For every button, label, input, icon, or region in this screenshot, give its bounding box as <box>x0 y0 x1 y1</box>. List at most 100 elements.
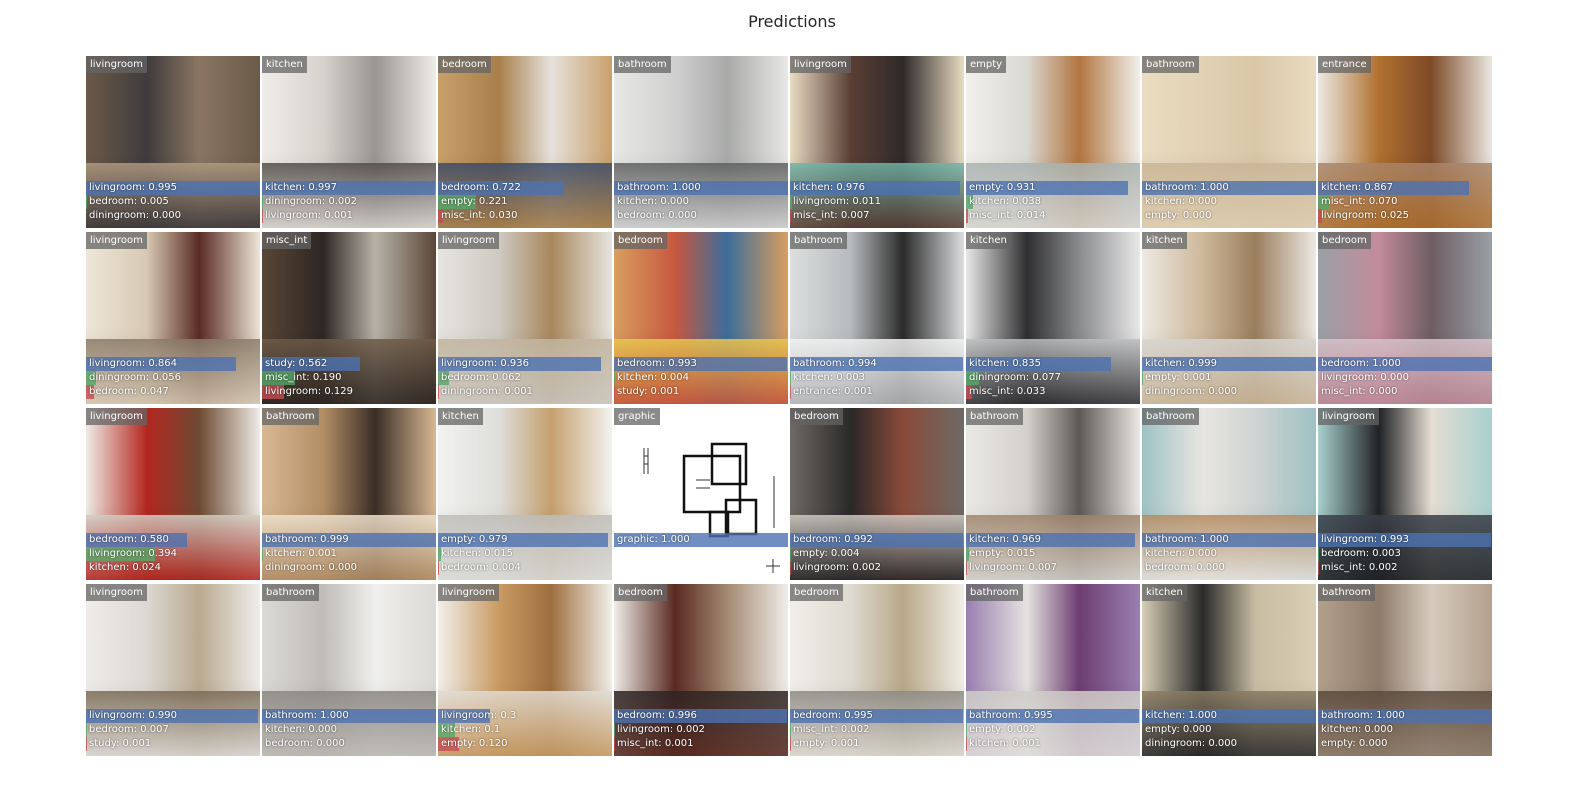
ground-truth-label: misc_int <box>262 232 312 249</box>
prediction-2: kitchen: 0.038 <box>966 195 1140 209</box>
prediction-text: livingroom: 0.993 <box>1321 534 1409 545</box>
prediction-3: diningroom: 0.000 <box>262 561 436 575</box>
prediction-1: livingroom: 0.864 <box>86 357 260 371</box>
prediction-text: livingroom: 0.394 <box>89 548 177 559</box>
prediction-text: livingroom: 0.025 <box>1321 210 1409 221</box>
prediction-tile: bathroom bathroom: 0.994 kitchen: 0.003 ent… <box>790 232 964 404</box>
prediction-text: kitchen: 0.000 <box>265 724 337 735</box>
prediction-text: empty: 0.004 <box>793 548 860 559</box>
prediction-text: livingroom: 0.001 <box>265 210 353 221</box>
prediction-1: livingroom: 0.993 <box>1318 533 1492 547</box>
prediction-3: empty: 0.001 <box>790 737 964 751</box>
prediction-3: entrance: 0.001 <box>790 385 964 399</box>
prediction-text: kitchen: 0.999 <box>1145 358 1217 369</box>
ground-truth-label: bedroom <box>438 56 491 73</box>
prediction-3: kitchen: 0.001 <box>966 737 1140 751</box>
prediction-2: misc_int: 0.190 <box>262 371 436 385</box>
prediction-text: misc_int: 0.014 <box>969 210 1046 221</box>
prediction-1: kitchen: 0.999 <box>1142 357 1316 371</box>
prediction-text: misc_int: 0.030 <box>441 210 518 221</box>
prediction-3: empty: 0.000 <box>1318 737 1492 751</box>
ground-truth-label: kitchen <box>1142 584 1187 601</box>
prediction-tile: bedroom bedroom: 0.722 empty: 0.221 misc_in… <box>438 56 612 228</box>
prediction-3: diningroom: 0.000 <box>1142 737 1316 751</box>
prediction-text: bedroom: 0.000 <box>617 210 697 221</box>
prediction-2: misc_int: 0.070 <box>1318 195 1492 209</box>
prediction-2: kitchen: 0.004 <box>614 371 788 385</box>
floorplan-image <box>614 408 788 580</box>
prediction-1: bedroom: 0.992 <box>790 533 964 547</box>
prediction-tile: livingroom livingroom: 0.990 bedroom: 0.00… <box>86 584 260 756</box>
prediction-text: bedroom: 0.995 <box>793 710 873 721</box>
prediction-text: bedroom: 0.000 <box>1145 562 1225 573</box>
prediction-3: empty: 0.120 <box>438 737 612 751</box>
prediction-2: livingroom: 0.000 <box>1318 371 1492 385</box>
prediction-text: livingroom: 0.000 <box>1321 372 1409 383</box>
prediction-1: empty: 0.931 <box>966 181 1140 195</box>
prediction-text: diningroom: 0.000 <box>89 210 181 221</box>
prediction-text: kitchen: 0.835 <box>969 358 1041 369</box>
prediction-tile: bathroom kitchen: 0.969 empty: 0.015 living… <box>966 408 1140 580</box>
prediction-text: misc_int: 0.000 <box>1321 386 1398 397</box>
ground-truth-label: bathroom <box>1142 408 1199 425</box>
prediction-1: empty: 0.979 <box>438 533 612 547</box>
prediction-2: kitchen: 0.000 <box>1142 195 1316 209</box>
prediction-tile: graphic graphic: 1.000 <box>614 408 788 580</box>
prediction-tile: livingroom livingroom: 0.993 bedroom: 0.00… <box>1318 408 1492 580</box>
prediction-2: kitchen: 0.1 <box>438 723 612 737</box>
ground-truth-label: bathroom <box>262 408 319 425</box>
prediction-2: kitchen: 0.000 <box>614 195 788 209</box>
prediction-text: bathroom: 0.994 <box>793 358 877 369</box>
prediction-text: diningroom: 0.000 <box>1145 738 1237 749</box>
prediction-text: bathroom: 1.000 <box>1145 182 1229 193</box>
prediction-1: kitchen: 0.835 <box>966 357 1140 371</box>
prediction-text: bathroom: 1.000 <box>1145 534 1229 545</box>
ground-truth-label: entrance <box>1318 56 1371 73</box>
prediction-text: misc_int: 0.001 <box>617 738 694 749</box>
prediction-text: bedroom: 0.004 <box>441 562 521 573</box>
prediction-text: empty: 0.001 <box>793 738 860 749</box>
prediction-tile: bathroom bathroom: 1.000 kitchen: 0.000 bed… <box>1142 408 1316 580</box>
prediction-tile: livingroom livingroom: 0.995 bedroom: 0.00… <box>86 56 260 228</box>
prediction-3: misc_int: 0.001 <box>614 737 788 751</box>
prediction-tile: kitchen kitchen: 0.835 diningroom: 0.077 mi… <box>966 232 1140 404</box>
prediction-1: graphic: 1.000 <box>614 533 788 547</box>
prediction-text: kitchen: 0.001 <box>969 738 1041 749</box>
ground-truth-label: kitchen <box>262 56 307 73</box>
prediction-1: bedroom: 1.000 <box>1318 357 1492 371</box>
prediction-tile: kitchen kitchen: 0.999 empty: 0.001 diningr… <box>1142 232 1316 404</box>
prediction-text: bedroom: 0.992 <box>793 534 873 545</box>
prediction-1: bedroom: 0.996 <box>614 709 788 723</box>
ground-truth-label: bathroom <box>966 584 1023 601</box>
prediction-1: kitchen: 0.997 <box>262 181 436 195</box>
prediction-tile: bedroom bedroom: 1.000 livingroom: 0.000 mi… <box>1318 232 1492 404</box>
prediction-text: diningroom: 0.000 <box>1145 386 1237 397</box>
prediction-2: empty: 0.221 <box>438 195 612 209</box>
prediction-2: misc_int: 0.002 <box>790 723 964 737</box>
prediction-1: bathroom: 1.000 <box>1142 533 1316 547</box>
prediction-text: livingroom: 0.990 <box>89 710 177 721</box>
prediction-text: kitchen: 0.004 <box>617 372 689 383</box>
prediction-tile: bedroom bedroom: 0.996 livingroom: 0.002 mi… <box>614 584 788 756</box>
prediction-3: misc_int: 0.033 <box>966 385 1140 399</box>
prediction-2: bedroom: 0.005 <box>86 195 260 209</box>
prediction-tile: misc_int study: 0.562 misc_int: 0.190 livin… <box>262 232 436 404</box>
prediction-1: kitchen: 1.000 <box>1142 709 1316 723</box>
prediction-tile: bedroom bedroom: 0.992 empty: 0.004 livingr… <box>790 408 964 580</box>
prediction-1: bathroom: 0.995 <box>966 709 1140 723</box>
prediction-text: livingroom: 0.3 <box>441 710 517 721</box>
prediction-text: kitchen: 0.976 <box>793 182 865 193</box>
prediction-2: diningroom: 0.056 <box>86 371 260 385</box>
prediction-2: empty: 0.002 <box>966 723 1140 737</box>
ground-truth-label: bathroom <box>614 56 671 73</box>
prediction-1: kitchen: 0.867 <box>1318 181 1492 195</box>
prediction-1: bedroom: 0.580 <box>86 533 260 547</box>
prediction-1: bathroom: 1.000 <box>262 709 436 723</box>
prediction-text: empty: 0.120 <box>441 738 508 749</box>
prediction-text: livingroom: 0.007 <box>969 562 1057 573</box>
prediction-text: kitchen: 0.997 <box>265 182 337 193</box>
prediction-text: bathroom: 0.995 <box>969 710 1053 721</box>
prediction-text: misc_int: 0.190 <box>265 372 342 383</box>
prediction-text: bedroom: 0.005 <box>89 196 169 207</box>
prediction-tile: bathroom bathroom: 1.000 kitchen: 0.000 bed… <box>614 56 788 228</box>
